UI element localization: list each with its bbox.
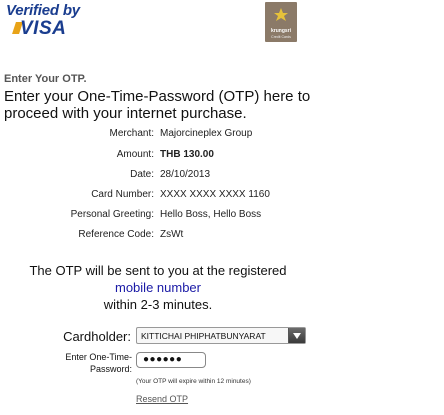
- krungsri-emblem-icon: [274, 8, 288, 21]
- visa-wordmark: VISA: [20, 18, 67, 39]
- detail-label: Date:: [130, 169, 154, 180]
- otp-message-line3: within 2-3 minutes.: [103, 297, 213, 312]
- detail-label: Card Number:: [91, 189, 154, 200]
- otp-password-value: ●●●●●●: [143, 354, 183, 365]
- cardholder-value: KITTICHAI PHIPHATBUNYARAT: [141, 331, 266, 341]
- detail-value: THB 130.00: [160, 149, 214, 160]
- verified-by-visa-logo: Verified by VISA: [4, 2, 80, 39]
- visa-verified-text: Verified by: [6, 2, 80, 19]
- intro-text: Enter your One-Time-Password (OTP) here …: [4, 88, 311, 122]
- chevron-down-icon[interactable]: [288, 328, 305, 343]
- otp-message: The OTP will be sent to you at the regis…: [0, 262, 316, 313]
- resend-otp-link[interactable]: Resend OTP: [136, 394, 188, 404]
- cardholder-label: Cardholder:: [63, 329, 131, 344]
- detail-value: 28/10/2013: [160, 169, 211, 180]
- detail-row-date: Date: 28/10/2013: [0, 169, 444, 187]
- page-title: Enter Your OTP.: [4, 73, 87, 85]
- detail-row-reference-code: Reference Code: ZsWt: [0, 229, 444, 247]
- detail-label: Merchant:: [109, 128, 154, 139]
- detail-row-card-number: Card Number: XXXX XXXX XXXX 1160: [0, 189, 444, 207]
- otp-password-label: Enter One-Time-Password:: [65, 352, 132, 374]
- cardholder-select[interactable]: KITTICHAI PHIPHATBUNYARAT: [136, 327, 306, 344]
- detail-label: Personal Greeting:: [70, 209, 154, 220]
- otp-message-line1: The OTP will be sent to you at the regis…: [29, 263, 287, 278]
- detail-value: ZsWt: [160, 229, 184, 240]
- bank-subtitle: Credit Cards: [271, 35, 291, 39]
- detail-value: Majorcineplex Group: [160, 128, 253, 139]
- otp-password-field[interactable]: ●●●●●●: [136, 352, 206, 368]
- detail-label: Amount:: [116, 149, 154, 160]
- detail-label: Reference Code:: [78, 229, 154, 240]
- krungsri-bank-logo: krungsri Credit Cards: [265, 2, 297, 42]
- detail-row-amount: Amount: THB 130.00: [0, 149, 444, 167]
- detail-value: XXXX XXXX XXXX 1160: [160, 189, 270, 200]
- detail-row-merchant: Merchant: Majorcineplex Group: [0, 128, 444, 146]
- detail-value: Hello Boss, Hello Boss: [160, 209, 262, 220]
- otp-expire-note: (Your OTP will expire within 12 minutes): [136, 378, 251, 385]
- detail-row-personal-greeting: Personal Greeting: Hello Boss, Hello Bos…: [0, 209, 444, 227]
- bank-name: krungsri: [270, 28, 291, 34]
- mobile-number-link[interactable]: mobile number: [0, 279, 316, 296]
